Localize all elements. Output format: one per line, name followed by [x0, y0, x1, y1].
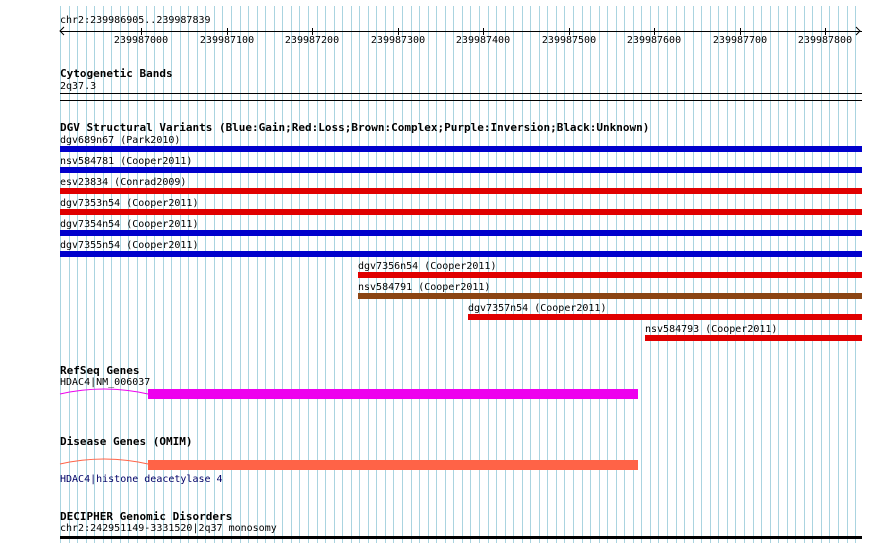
variant-label[interactable]: dgv7357n54 (Cooper2011): [468, 303, 606, 314]
cytoband-label: 2q37.3: [60, 81, 97, 92]
variant-bar-gain[interactable]: [60, 251, 862, 257]
variant-label[interactable]: nsv584791 (Cooper2011): [358, 282, 490, 293]
ruler-tick: [654, 28, 655, 35]
cytoband-divider: [60, 100, 862, 101]
cytoband-track-title[interactable]: Cytogenetic Bands: [60, 68, 173, 80]
refseq-gene-bar[interactable]: [148, 389, 638, 399]
variant-bar-gain[interactable]: [60, 167, 862, 173]
variant-bar-gain[interactable]: [60, 230, 862, 236]
ruler-tick-label: 239987200: [284, 35, 340, 46]
variant-bar-loss[interactable]: [468, 314, 862, 320]
variant-label[interactable]: dgv7353n54 (Cooper2011): [60, 198, 198, 209]
ruler-tick-label: 239987300: [370, 35, 426, 46]
disease-intron-line: [59, 458, 149, 465]
variant-bar-complex[interactable]: [358, 293, 862, 299]
variant-label[interactable]: dgv7354n54 (Cooper2011): [60, 219, 198, 230]
decipher-region-bar[interactable]: [60, 536, 862, 539]
disease-gene-label[interactable]: HDAC4|histone deacetylase 4: [60, 474, 223, 485]
dgv-track-title[interactable]: DGV Structural Variants (Blue:Gain;Red:L…: [60, 122, 649, 134]
variant-bar-loss[interactable]: [358, 272, 862, 278]
ruler-range: chr2:239986905..239987839: [60, 15, 211, 26]
ruler-tick-label: 239987400: [455, 35, 511, 46]
refseq-track-title[interactable]: RefSeq Genes: [60, 365, 139, 377]
variant-label[interactable]: dgv689n67 (Park2010): [60, 135, 180, 146]
ruler-tick: [398, 28, 399, 35]
variant-label[interactable]: nsv584793 (Cooper2011): [645, 324, 777, 335]
ruler-tick-label: 239987100: [199, 35, 255, 46]
disease-track-title[interactable]: Disease Genes (OMIM): [60, 436, 192, 448]
ruler-tick-label: 239987600: [626, 35, 682, 46]
refseq-intron-line: [59, 388, 149, 395]
ruler-tick: [141, 28, 142, 35]
variant-label[interactable]: nsv584781 (Cooper2011): [60, 156, 192, 167]
ruler-tick-label: 239987700: [712, 35, 768, 46]
genome-browser: chr2:239986905..239987839 239987000 23998…: [0, 0, 890, 543]
disease-gene-bar[interactable]: [148, 460, 638, 470]
variant-label[interactable]: dgv7355n54 (Cooper2011): [60, 240, 198, 251]
variant-bar-loss[interactable]: [645, 335, 862, 341]
cytoband-bar[interactable]: [60, 93, 862, 94]
ruler-tick: [227, 28, 228, 35]
ruler-tick: [569, 28, 570, 35]
ruler-tick: [312, 28, 313, 35]
variant-label[interactable]: dgv7356n54 (Cooper2011): [358, 261, 496, 272]
decipher-track-title[interactable]: DECIPHER Genomic Disorders: [60, 511, 232, 523]
ruler-tick: [483, 28, 484, 35]
decipher-region-label[interactable]: chr2:242951149-3331520|2q37 monosomy: [60, 523, 277, 534]
variant-label[interactable]: esv23834 (Conrad2009): [60, 177, 186, 188]
ruler-tick-label: 239987800: [797, 35, 853, 46]
ruler-tick-label: 239987500: [541, 35, 597, 46]
ruler-tick-label: 239987000: [113, 35, 169, 46]
ruler-tick: [740, 28, 741, 35]
variant-bar-gain[interactable]: [60, 146, 862, 152]
variant-bar-loss[interactable]: [60, 188, 862, 194]
variant-bar-loss[interactable]: [60, 209, 862, 215]
ruler-tick: [825, 28, 826, 35]
